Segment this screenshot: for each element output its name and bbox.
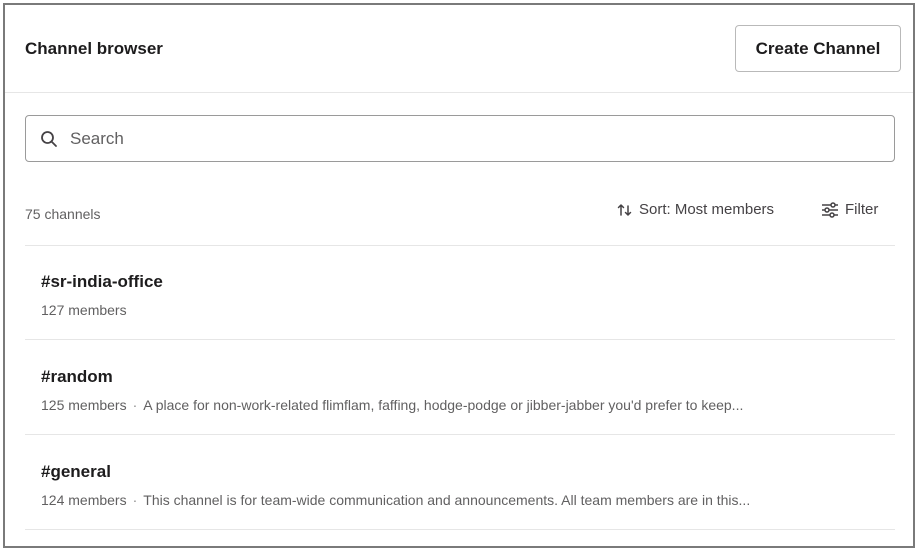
separator-dot: · [132,397,138,413]
channel-member-count: 125 members [41,397,127,413]
channel-row-sr-india-office[interactable]: #sr-india-office 127 members [25,246,895,340]
channel-description: This channel is for team-wide communicat… [143,492,751,508]
filter-button[interactable]: Filter [821,201,878,218]
sort-label: Sort: Most members [639,201,775,218]
channel-member-count: 124 members [41,492,127,508]
channel-name: #sr-india-office [41,272,163,291]
channel-meta: 127 members [41,302,881,318]
channel-browser-panel: Channel browser Create Channel 75 channe… [3,3,915,548]
sliders-icon [822,201,838,218]
create-channel-button[interactable]: Create Channel [735,25,901,72]
channel-count: 75 channels [25,206,101,222]
search-input[interactable] [70,116,870,161]
channel-browser-header: Channel browser Create Channel [5,5,913,93]
filter-label: Filter [845,201,879,218]
channel-name: #random [41,367,113,386]
search-field[interactable] [25,115,895,162]
separator-dot: · [132,492,138,508]
channel-member-count: 127 members [41,302,127,318]
sort-button[interactable]: Sort: Most members [617,201,774,218]
channel-meta: 124 members · This channel is for team-wid… [41,492,881,508]
channel-row-general[interactable]: #general 124 members · This channel is for… [25,436,895,530]
channel-row-random[interactable]: #random 125 members · A place for non-work… [25,341,895,435]
page-title: Channel browser [25,39,163,58]
channel-meta: 125 members · A place for non-work-related… [41,397,881,413]
channel-description: A place for non-work-related flimflam, f… [143,397,744,413]
search-icon [41,131,57,147]
channel-name: #general [41,462,111,481]
sort-arrows-icon [617,203,632,216]
